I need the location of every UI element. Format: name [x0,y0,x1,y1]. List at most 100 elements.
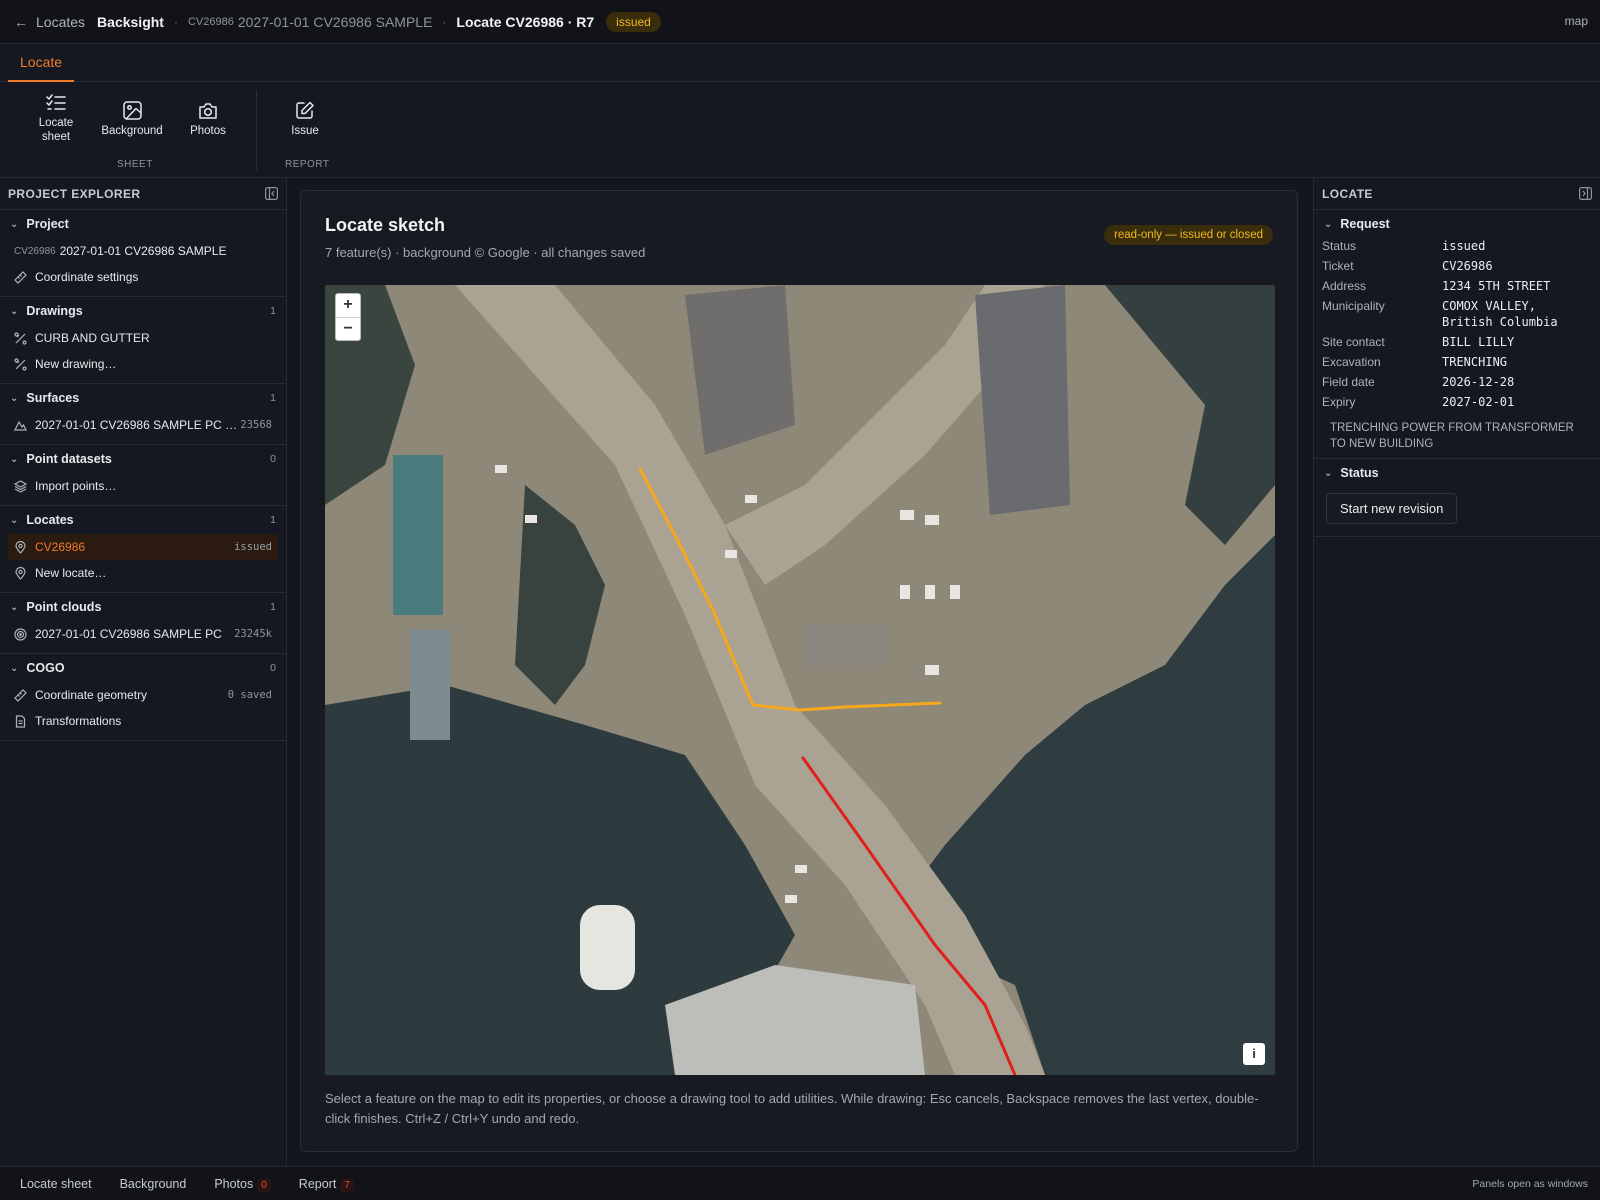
field-label: Address [1322,279,1367,293]
field-value: COMOX VALLEY, British Columbia [1442,299,1558,329]
map-pin-icon [15,540,26,554]
chevron-down-icon: ⌄ [1324,218,1333,230]
chevron-down-icon: ⌄ [10,305,19,317]
section-header-locates[interactable]: ⌄ Locates 1 [0,506,286,534]
section-header-project[interactable]: ⌄ Project [0,210,286,238]
zoom-in-button[interactable]: + [336,294,360,317]
section-point-datasets: ⌄ Point datasets 0 Import points… [0,445,286,506]
issue-button[interactable]: Issue [288,101,322,138]
map-info-button[interactable]: i [1243,1043,1265,1065]
locate-label: CV26986 [35,540,86,554]
drawing-item[interactable]: CURB AND GUTTER [0,325,286,351]
section-request: ⌄ Request Status issued Ticket CV26986 A… [1314,210,1600,459]
new-locate-item[interactable]: New locate… [0,560,286,586]
map-pin-icon [15,566,26,580]
bottom-tab-report[interactable]: Report 7 [287,1177,366,1192]
bottom-tab-photos[interactable]: Photos 0 [202,1177,282,1192]
field-expiry: Expiry 2027-02-01 [1314,394,1600,410]
section-header-request[interactable]: ⌄ Request [1314,210,1600,238]
transformations-item[interactable]: Transformations [0,708,286,734]
chevron-down-icon: ⌄ [10,601,19,613]
edit-document-icon [296,101,314,119]
section-locates: ⌄ Locates 1 CV26986 issued New locate… [0,506,286,593]
project-explorer: PROJECT EXPLORER ⌄ Project CV26986 2027-… [0,178,287,1166]
point-cloud-item[interactable]: 2027-01-01 CV26986 SAMPLE PC 23245k [0,621,286,647]
panel-header: PROJECT EXPLORER [0,178,286,210]
power-line-feature[interactable] [801,756,1017,1075]
layers-icon [14,479,27,493]
bottom-tab-background[interactable]: Background [108,1177,199,1191]
section-title: Status [1340,466,1379,480]
collapse-panel-icon[interactable] [1579,187,1592,200]
point-cloud-label: 2027-01-01 CV26986 SAMPLE PC [35,627,222,641]
chevron-down-icon: ⌄ [10,662,19,674]
field-excavation: Excavation TRENCHING [1314,354,1600,370]
app-name: Backsight [97,13,164,30]
start-new-revision-button[interactable]: Start new revision [1326,493,1458,524]
breadcrumb-separator: · [442,14,447,29]
sketch-hint: Select a feature on the map to edit its … [325,1091,1259,1126]
gas-line-feature[interactable] [638,467,942,712]
coordinate-geometry-label: Coordinate geometry [35,688,148,702]
section-title: Request [1340,217,1390,231]
new-drawing-item[interactable]: New drawing… [0,351,286,377]
chevron-down-icon: ⌄ [1324,467,1333,479]
field-value: issued [1442,239,1486,253]
section-title: COGO [26,661,65,675]
collapse-panel-icon[interactable] [265,187,278,200]
breadcrumb-locates-link[interactable]: Locates [36,14,85,30]
transformations-label: Transformations [35,714,122,728]
panels-mode-label[interactable]: Panels open as windows [1472,1178,1588,1190]
zoom-out-button[interactable]: − [336,317,360,340]
section-header-cogo[interactable]: ⌄ COGO 0 [0,654,286,682]
map-canvas[interactable]: + − i [325,285,1275,1075]
image-icon [122,101,142,120]
section-header-drawings[interactable]: ⌄ Drawings 1 [0,297,286,325]
camera-icon [199,103,217,119]
locate-item-selected[interactable]: CV26986 issued [8,534,278,560]
background-label: Background [101,125,163,137]
photos-button[interactable]: Photos [186,101,230,138]
section-count: 1 [270,392,276,404]
coordinate-settings-item[interactable]: Coordinate settings [0,264,286,290]
import-points-item[interactable]: Import points… [0,473,286,499]
field-value: TRENCHING [1442,355,1508,369]
issue-label: Issue [291,125,319,137]
report-count-badge: 7 [340,1178,354,1192]
field-value: 2027-02-01 [1442,395,1515,409]
section-header-point-clouds[interactable]: ⌄ Point clouds 1 [0,593,286,621]
drawing-label: CURB AND GUTTER [35,331,150,345]
tab-locate[interactable]: Locate [8,44,75,82]
section-header-surfaces[interactable]: ⌄ Surfaces 1 [0,384,286,412]
field-value: CV26986 [1442,259,1493,273]
section-header-status[interactable]: ⌄ Status [1314,459,1600,487]
breadcrumb-separator: · [173,14,178,29]
field-label: Expiry [1322,395,1356,409]
field-value: 2026-12-28 [1442,375,1515,389]
locate-sheet-button[interactable]: Locate sheet [34,94,78,144]
project-item[interactable]: CV26986 2027-01-01 CV26986 SAMPLE [0,238,286,264]
section-project: ⌄ Project CV26986 2027-01-01 CV26986 SAM… [0,210,286,297]
bottom-tab-locate-sheet[interactable]: Locate sheet [8,1177,104,1191]
view-mode-label[interactable]: map [1565,14,1588,28]
sketch-subtitle: 7 feature(s) · background © Google · all… [325,245,646,260]
bottom-bar: Locate sheet Background Photos 0 Report 7 … [0,1166,1600,1200]
chevron-down-icon: ⌄ [10,514,19,526]
locate-status: issued [234,541,272,553]
coordinate-geometry-item[interactable]: Coordinate geometry 0 saved [0,682,286,708]
field-ticket: Ticket CV26986 [1314,258,1600,274]
section-count: 0 [270,662,276,674]
surface-meta: 23568 [240,419,272,431]
breadcrumb-project-name[interactable]: 2027-01-01 CV26986 SAMPLE [238,14,433,30]
point-cloud-icon [14,627,27,641]
surface-item[interactable]: 2027-01-01 CV26986 SAMPLE PC … 23568 [0,412,286,438]
background-button[interactable]: Background [100,101,164,138]
back-arrow-icon[interactable]: ← [14,14,28,30]
section-cogo: ⌄ COGO 0 Coordinate geometry 0 saved Tra… [0,654,286,741]
ruler-icon [14,270,27,284]
section-title: Surfaces [26,391,80,405]
checklist-icon [46,94,66,110]
section-count: 1 [270,514,276,526]
section-header-point-datasets[interactable]: ⌄ Point datasets 0 [0,445,286,473]
section-surfaces: ⌄ Surfaces 1 2027-01-01 CV26986 SAMPLE P… [0,384,286,445]
